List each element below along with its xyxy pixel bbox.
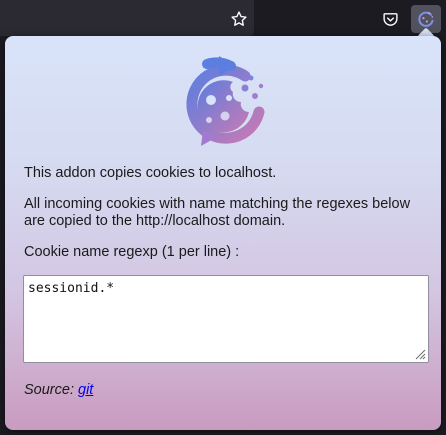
- url-bar[interactable]: [0, 0, 254, 36]
- star-icon: [231, 11, 247, 26]
- source-label: Source:: [24, 382, 74, 398]
- git-link[interactable]: git: [78, 382, 93, 398]
- source-line: Source: git: [24, 382, 93, 398]
- description-text: All incoming cookies with name matching …: [24, 196, 411, 229]
- resize-grip-icon[interactable]: [414, 348, 426, 360]
- intro-text: This addon copies cookies to localhost.: [24, 165, 277, 181]
- browser-toolbar: [0, 0, 446, 36]
- cookie-sync-logo-icon: [186, 56, 265, 146]
- pocket-icon: [382, 12, 398, 26]
- cookie-addon-icon: [418, 11, 434, 27]
- regex-textarea[interactable]: sessionid.*: [24, 276, 428, 362]
- regex-label: Cookie name regexp (1 per line) :: [24, 244, 240, 260]
- pocket-button[interactable]: [375, 5, 405, 33]
- regex-textarea-container: sessionid.*: [23, 275, 429, 363]
- addon-popup-panel: This addon copies cookies to localhost. …: [5, 36, 441, 430]
- bookmark-star-button[interactable]: [224, 5, 254, 33]
